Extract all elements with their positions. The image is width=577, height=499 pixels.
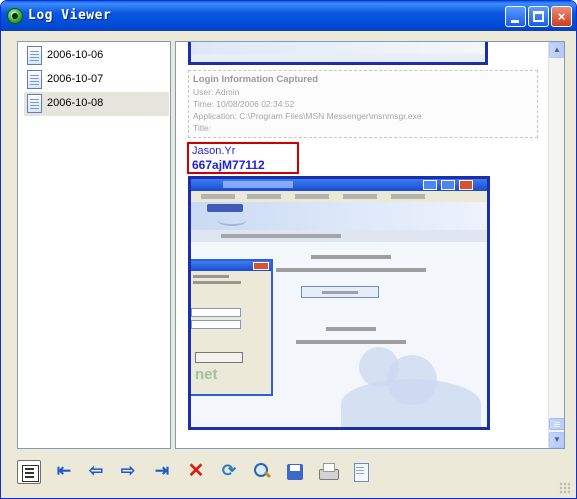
- captured-screenshot: net: [188, 176, 490, 430]
- view-icon[interactable]: [17, 460, 41, 484]
- last-icon[interactable]: ⇥: [150, 460, 174, 484]
- scroll-up-button[interactable]: ▲: [549, 42, 564, 58]
- log-file-icon: [27, 94, 42, 113]
- login-info-user: User: Admin: [193, 87, 240, 97]
- minimize-button[interactable]: [505, 6, 526, 27]
- previous-screenshot: [188, 42, 488, 65]
- date-label: 2006-10-06: [47, 49, 104, 61]
- scroll-thumb[interactable]: [549, 418, 564, 430]
- print-icon[interactable]: [316, 460, 340, 484]
- window-title: Log Viewer: [28, 8, 112, 23]
- login-info-application: Application: C:\Program Files\MSN Messen…: [193, 111, 422, 121]
- login-info-time: Time: 10/08/2006 02:34:52: [193, 99, 295, 109]
- maximize-button[interactable]: [528, 6, 549, 27]
- vertical-scrollbar[interactable]: ▲ ▼: [548, 42, 564, 448]
- login-info-heading: Login Information Captured: [193, 74, 319, 85]
- date-label: 2006-10-07: [47, 73, 104, 85]
- captured-signin-button: [301, 286, 379, 298]
- msn-logo-icon: [207, 204, 243, 212]
- captured-title-bar: [191, 179, 487, 191]
- date-label: 2006-10-08: [47, 97, 104, 109]
- previous-icon[interactable]: ⇦: [84, 460, 108, 484]
- first-icon[interactable]: ⇤: [52, 460, 76, 484]
- captured-status-bar: [191, 230, 487, 242]
- captured-username: Jason.Yr: [192, 145, 236, 157]
- captured-password: 667ajM77112: [192, 158, 265, 172]
- captured-credentials: Jason.Yr 667ajM77112: [187, 142, 299, 174]
- login-info-box: Login Information Captured User: Admin T…: [188, 70, 538, 138]
- date-item-2006-10-08[interactable]: 2006-10-08: [24, 92, 169, 116]
- log-viewer-pane: Login Information Captured User: Admin T…: [175, 41, 565, 449]
- captured-menu-bar: [191, 191, 487, 202]
- document-icon[interactable]: [348, 460, 372, 484]
- find-icon[interactable]: [250, 460, 274, 484]
- app-icon: [7, 8, 23, 24]
- resize-grip[interactable]: [559, 482, 571, 494]
- log-file-icon: [27, 70, 42, 89]
- captured-help-text: [251, 327, 451, 353]
- net-logo: net: [195, 366, 218, 383]
- captured-login-dialog: net: [191, 259, 273, 396]
- next-icon[interactable]: ⇨: [116, 460, 140, 484]
- captured-msn-banner: [191, 202, 487, 230]
- log-file-icon: [27, 46, 42, 65]
- date-item-2006-10-07[interactable]: 2006-10-07: [24, 68, 169, 92]
- toolbar: ⇤ ⇦ ⇨ ⇥ ✕ ⟳: [4, 452, 573, 496]
- main-area: 2006-10-06 2006-10-07 2006-10-08 Login I…: [4, 31, 573, 451]
- log-viewer-window: Log Viewer × 2006-10-06 2006-10-07 2006-…: [0, 0, 577, 499]
- captured-login-text: [251, 255, 451, 281]
- title-bar[interactable]: Log Viewer ×: [1, 1, 576, 31]
- delete-icon[interactable]: ✕: [184, 460, 208, 484]
- scroll-down-button[interactable]: ▼: [549, 432, 564, 448]
- date-list: 2006-10-06 2006-10-07 2006-10-08: [17, 41, 171, 449]
- save-icon[interactable]: [283, 460, 307, 484]
- date-item-2006-10-06[interactable]: 2006-10-06: [24, 44, 169, 68]
- close-button[interactable]: ×: [551, 6, 572, 27]
- login-info-title: Title:: [193, 123, 212, 133]
- refresh-icon[interactable]: ⟳: [217, 460, 241, 484]
